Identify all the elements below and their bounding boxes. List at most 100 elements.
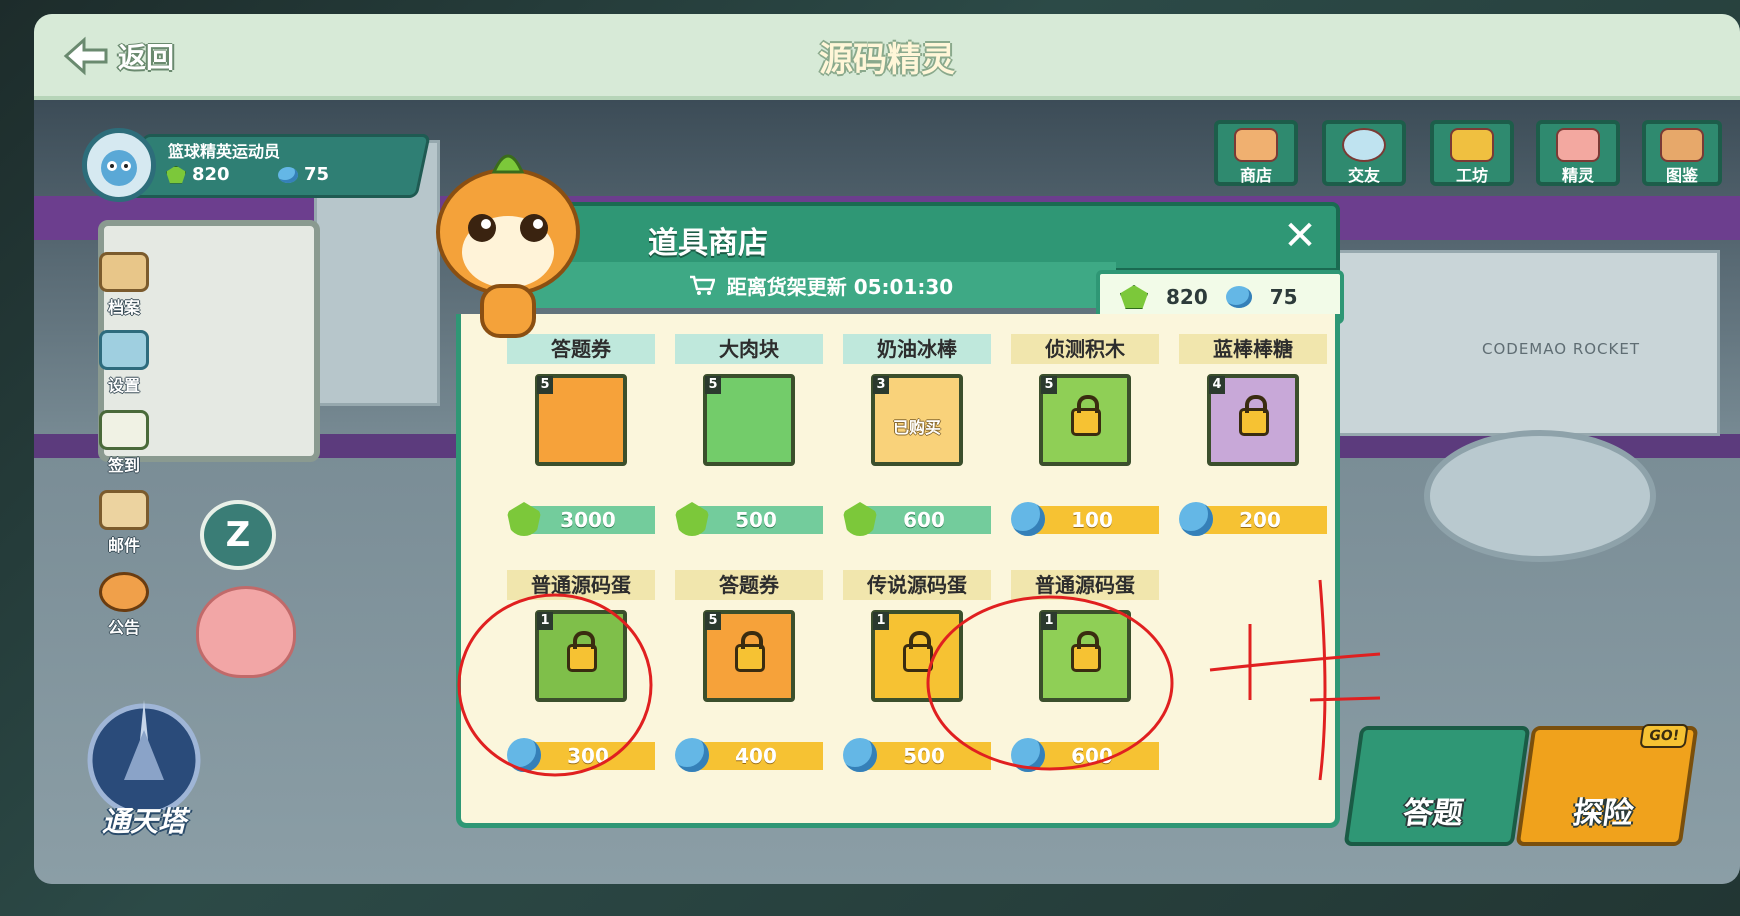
- side-button-profile[interactable]: 档案: [92, 252, 156, 318]
- page-title: 源码精灵: [819, 40, 955, 80]
- shop-title: 道具商店: [648, 226, 768, 261]
- item-quantity: 5: [705, 376, 721, 394]
- top-button-label: 工坊: [1455, 166, 1488, 185]
- sleeping-pet[interactable]: [196, 586, 296, 678]
- top-button-workshop[interactable]: 工坊: [1430, 120, 1514, 186]
- item-quantity: 1: [537, 612, 553, 630]
- side-button-label: 设置: [107, 376, 140, 395]
- blue-gem-icon: [1011, 738, 1045, 772]
- item-quantity: 3: [873, 376, 889, 394]
- side-button-label: 档案: [107, 298, 140, 317]
- item-quantity: 4: [1209, 376, 1225, 394]
- blue-gem-icon: [278, 166, 298, 183]
- item-price: 600: [1025, 742, 1159, 770]
- blue-gem-icon: [675, 738, 709, 772]
- shop-item[interactable]: 侦测积木 5 100: [1011, 334, 1159, 538]
- side-button-announcement[interactable]: 公告: [92, 572, 156, 638]
- top-bar: 返回 源码精灵: [34, 14, 1740, 100]
- top-button-sprite[interactable]: 精灵: [1536, 120, 1620, 186]
- shop-item[interactable]: 普通源码蛋 1 600: [1011, 570, 1159, 774]
- green-gem-value: 820: [192, 164, 230, 185]
- green-gem-icon: [1120, 285, 1148, 309]
- top-button-album[interactable]: 图鉴: [1642, 120, 1722, 186]
- lock-icon: [1071, 631, 1101, 672]
- shop-icon: [1234, 128, 1278, 162]
- sleep-z: Z: [225, 515, 251, 555]
- shop-item[interactable]: 普通源码蛋 1 300: [507, 570, 655, 774]
- side-button-label: 签到: [107, 456, 140, 475]
- side-button-settings[interactable]: 设置: [92, 330, 156, 396]
- side-button-label: 邮件: [107, 536, 140, 555]
- blue-gem-icon: [1179, 502, 1213, 536]
- side-button-label: 公告: [107, 618, 140, 637]
- item-name: 奶油冰棒: [843, 334, 991, 364]
- top-button-friends[interactable]: 交友: [1322, 120, 1406, 186]
- friends-icon: [1342, 128, 1386, 162]
- green-gem-icon: [166, 165, 186, 184]
- blue-gem-icon: [843, 738, 877, 772]
- shop-item[interactable]: 蓝棒棒糖 4 200: [1179, 334, 1327, 538]
- avatar[interactable]: [82, 128, 156, 202]
- wallet-green-value: 820: [1166, 285, 1208, 309]
- cart-icon: [689, 275, 715, 295]
- rocket-sign: CODEMAO ROCKET: [1482, 340, 1641, 358]
- shop-item[interactable]: 答题券 5 400: [675, 570, 823, 774]
- shop-item[interactable]: 奶油冰棒已购买 3 600: [843, 334, 991, 538]
- sprite-icon: [1556, 128, 1600, 162]
- avatar-sprite-icon: [101, 150, 137, 186]
- sleep-bubble: Z: [200, 500, 276, 570]
- shop-item[interactable]: 传说源码蛋 1 500: [843, 570, 991, 774]
- item-price: 200: [1193, 506, 1327, 534]
- green-gem-count: 820: [166, 164, 230, 185]
- answer-label: 答题: [1400, 796, 1466, 831]
- item-price: 300: [521, 742, 655, 770]
- tower-button[interactable]: 通天塔: [74, 690, 214, 840]
- item-name: 侦测积木: [1011, 334, 1159, 364]
- blue-gem-count: 75: [278, 164, 329, 185]
- album-icon: [1660, 128, 1704, 162]
- side-button-checkin[interactable]: 签到: [92, 410, 156, 476]
- item-price: 3000: [521, 506, 655, 534]
- tower-icon: [87, 700, 201, 817]
- shop-grid: 答题券 5 3000 大肉块 5 500 奶油冰棒 已购买 3 600 侦测积木 5 100 蓝棒棒糖 4 2…: [456, 314, 1340, 828]
- item-quantity: 5: [705, 612, 721, 630]
- top-button-label: 精灵: [1561, 166, 1594, 185]
- lock-icon: [567, 631, 597, 672]
- bought-label: 已购买: [892, 418, 941, 437]
- item-price: 600: [857, 506, 991, 534]
- fox-mascot-icon: [436, 154, 580, 338]
- blue-gem-value: 75: [304, 164, 330, 185]
- top-button-shop[interactable]: 商店: [1214, 120, 1298, 186]
- shop-item[interactable]: 答题券 5 3000: [507, 334, 655, 538]
- blue-gem-icon: [507, 738, 541, 772]
- go-badge: GO!: [1639, 724, 1689, 748]
- player-profile[interactable]: 篮球精英运动员 820 75: [82, 128, 431, 202]
- item-name: 普通源码蛋: [1011, 570, 1159, 600]
- player-name: 篮球精英运动员: [168, 142, 281, 161]
- blue-gem-icon: [1011, 502, 1045, 536]
- item-name: 答题券: [675, 570, 823, 600]
- close-button[interactable]: ✕: [1278, 214, 1322, 258]
- lock-icon: [1239, 395, 1269, 436]
- item-price: 100: [1025, 506, 1159, 534]
- shop-item[interactable]: 大肉块 5 500: [675, 334, 823, 538]
- top-button-label: 图鉴: [1665, 166, 1698, 185]
- item-price: 400: [689, 742, 823, 770]
- blue-gem-icon: [1225, 286, 1252, 308]
- side-button-mail[interactable]: 邮件: [92, 490, 156, 556]
- tower-label: 通天塔: [101, 805, 186, 838]
- lock-icon: [1071, 395, 1101, 436]
- checkin-icon: [99, 410, 149, 450]
- workshop-icon: [1450, 128, 1494, 162]
- explore-label: 探险: [1570, 796, 1636, 831]
- answer-button[interactable]: 答题: [1343, 726, 1531, 846]
- item-quantity: 5: [537, 376, 553, 394]
- explore-button[interactable]: GO! 探险: [1515, 724, 1699, 846]
- top-button-label: 交友: [1347, 166, 1380, 185]
- item-quantity: 1: [873, 612, 889, 630]
- top-button-label: 商店: [1239, 166, 1272, 185]
- lock-icon: [903, 631, 933, 672]
- item-price: 500: [689, 506, 823, 534]
- lock-icon: [735, 631, 765, 672]
- settings-icon: [99, 330, 149, 370]
